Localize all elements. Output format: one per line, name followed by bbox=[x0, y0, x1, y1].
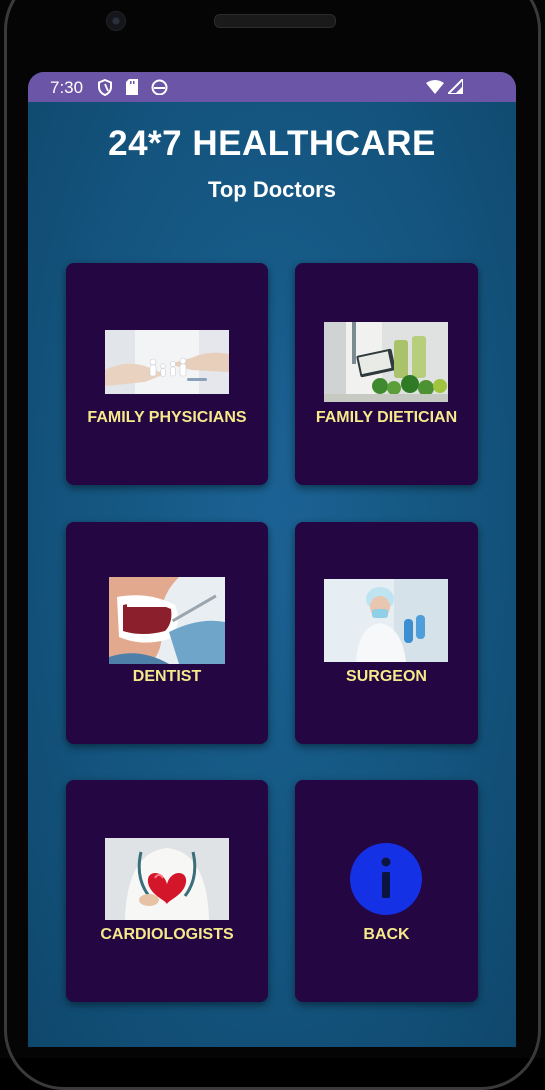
android-head-icon bbox=[151, 79, 168, 95]
family-physicians-card[interactable]: FAMILY PHYSICIANS bbox=[66, 263, 268, 485]
sd-card-icon bbox=[126, 79, 138, 95]
dietician-image bbox=[324, 322, 448, 402]
back-label: BACK bbox=[363, 926, 410, 943]
family-care-image bbox=[105, 330, 229, 394]
family-dietician-card[interactable]: FAMILY DIETICIAN bbox=[295, 263, 478, 485]
dentist-label: DENTIST bbox=[132, 668, 202, 685]
surgeon-label: SURGEON bbox=[346, 668, 427, 685]
surgeon-image bbox=[324, 579, 448, 662]
shield-icon bbox=[98, 79, 112, 96]
cardiologists-card[interactable]: CARDIOLOGISTS bbox=[66, 780, 268, 1002]
front-camera bbox=[106, 11, 126, 31]
signal-icon bbox=[448, 79, 463, 94]
cardiologist-image bbox=[105, 838, 229, 920]
surgeon-card[interactable]: SURGEON bbox=[295, 522, 478, 744]
family-physicians-label: FAMILY PHYSICIANS bbox=[87, 409, 247, 426]
phone-frame: 7:30 24*7 HEALTHCARE Top Doctors FAMILY … bbox=[0, 0, 545, 1090]
status-time: 7:30 bbox=[50, 78, 84, 97]
info-icon bbox=[350, 843, 422, 915]
status-bar: 7:30 bbox=[28, 72, 516, 102]
app-screen: 7:30 24*7 HEALTHCARE Top Doctors FAMILY … bbox=[28, 72, 516, 1047]
wifi-icon bbox=[426, 80, 444, 94]
back-card[interactable]: BACK bbox=[295, 780, 478, 1002]
app-title: 24*7 HEALTHCARE bbox=[108, 124, 436, 163]
earpiece-speaker bbox=[214, 14, 336, 28]
page-subtitle: Top Doctors bbox=[208, 177, 336, 202]
dentist-image bbox=[109, 577, 225, 664]
dentist-card[interactable]: DENTIST bbox=[66, 522, 268, 744]
family-dietician-label: FAMILY DIETICIAN bbox=[315, 409, 458, 426]
cardiologists-label: CARDIOLOGISTS bbox=[100, 926, 234, 943]
